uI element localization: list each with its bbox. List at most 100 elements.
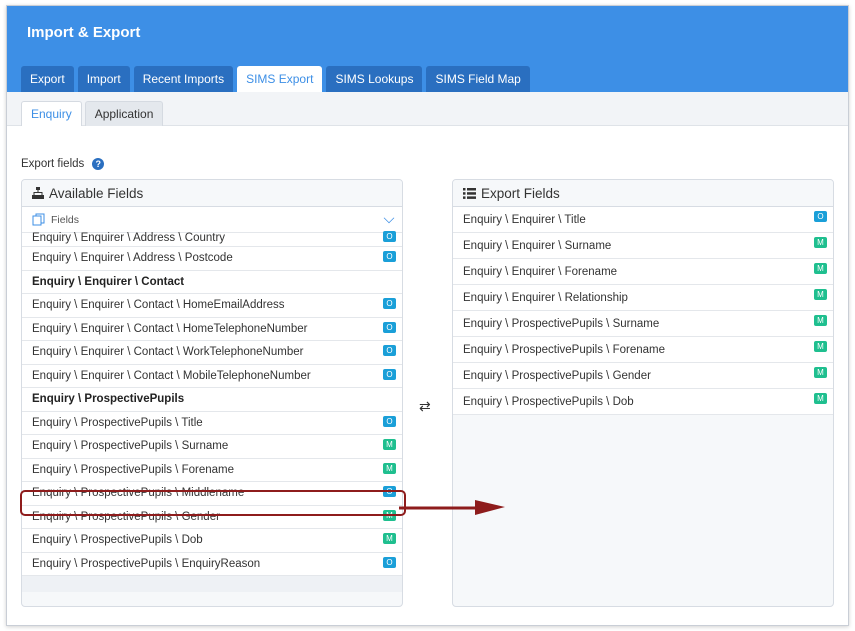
mandatory-badge: M (383, 509, 396, 521)
tab-export[interactable]: Export (21, 66, 74, 92)
field-row[interactable]: Enquiry \ ProspectivePupils \ Dob M (453, 389, 833, 415)
optional-badge: O (383, 345, 396, 356)
mandatory-badge: M (814, 237, 827, 248)
field-row[interactable]: Enquiry \ ProspectivePupils \ Title O (22, 411, 402, 435)
available-fields-list: Enquiry \ Enquirer \ Address \ Country O E… (22, 231, 402, 576)
field-row[interactable]: Enquiry \ ProspectivePupils \ Gender M (453, 363, 833, 389)
header-bar: Import & Export Export Import Recent Impor… (7, 6, 848, 92)
field-label: Enquiry \ ProspectivePupils \ Surname (463, 318, 660, 330)
mandatory-badge: M (814, 367, 827, 378)
field-label: Enquiry \ Enquirer \ Address \ Postcode (32, 252, 233, 264)
field-row[interactable]: Enquiry \ ProspectivePupils \ Gender M (22, 505, 402, 529)
tab-sims-export[interactable]: SIMS Export (237, 66, 323, 92)
field-label: Enquiry \ Enquirer \ Contact \ MobileTel… (32, 369, 311, 382)
mandatory-badge: M (383, 462, 396, 474)
optional-badge: O (383, 415, 396, 427)
tab-sims-field-map[interactable]: SIMS Field Map (426, 66, 530, 92)
fields-dropdown-label: Fields (51, 213, 80, 226)
optional-badge: O (383, 556, 396, 568)
list-scroll-area[interactable] (22, 576, 402, 592)
field-label: Enquiry \ ProspectivePupils \ Dob (32, 534, 203, 546)
import-export-window: Import & Export Export Import Recent Impor… (6, 5, 849, 626)
optional-badge: O (383, 231, 396, 242)
field-group-header: Enquiry \ Enquirer \ Contact (22, 270, 402, 294)
field-row[interactable]: Enquiry \ Enquirer \ Contact \ WorkTelep… (22, 341, 402, 365)
field-row[interactable]: Enquiry \ Enquirer \ Surname M (453, 233, 833, 259)
drag-arrow-annotation (399, 500, 505, 515)
field-row[interactable]: Enquiry \ ProspectivePupils \ Middlename… (22, 482, 402, 506)
field-label: Enquiry \ ProspectivePupils \ Gender (32, 510, 220, 523)
field-label: Enquiry \ Enquirer \ Surname (463, 240, 612, 252)
field-label: Enquiry \ Enquirer \ Contact (32, 275, 185, 288)
field-label: Enquiry \ ProspectivePupils \ Forename (463, 344, 665, 356)
field-row[interactable]: Enquiry \ ProspectivePupils \ Forename M (453, 337, 833, 363)
field-row[interactable]: Enquiry \ Enquirer \ Contact \ HomeEmail… (22, 294, 402, 318)
optional-badge: O (383, 486, 396, 497)
field-row[interactable]: Enquiry \ Enquirer \ Contact \ HomeTelep… (22, 317, 402, 341)
field-row[interactable]: Enquiry \ Enquirer \ Relationship M (453, 285, 833, 311)
field-label: Enquiry \ ProspectivePupils \ EnquiryRea… (32, 557, 261, 570)
optional-badge: O (814, 211, 827, 222)
field-group-header: Enquiry \ ProspectivePupils (22, 388, 402, 412)
mandatory-badge: M (814, 393, 827, 404)
field-label: Enquiry \ ProspectivePupils \ Middlename (32, 487, 245, 499)
export-fields-title: Export Fields (481, 185, 560, 201)
field-label: Enquiry \ ProspectivePupils \ Title (32, 416, 203, 429)
field-row[interactable]: Enquiry \ ProspectivePupils \ EnquiryRea… (22, 552, 402, 576)
export-fields-header: Export Fields (453, 180, 833, 207)
subtab-application[interactable]: Application (84, 101, 164, 126)
field-label: Enquiry \ Enquirer \ Contact \ HomeEmail… (32, 299, 285, 311)
tab-import[interactable]: Import (77, 66, 130, 92)
help-icon[interactable]: ? (92, 158, 105, 170)
field-label: Enquiry \ Enquirer \ Forename (463, 266, 618, 278)
field-row[interactable]: Enquiry \ Enquirer \ Address \ Country O (22, 231, 402, 247)
main-tabs: Export Import Recent Imports SIMS Export SIM… (21, 66, 530, 92)
optional-badge: O (383, 298, 396, 309)
optional-badge: O (383, 251, 396, 262)
field-label: Enquiry \ ProspectivePupils \ Dob (463, 396, 634, 408)
optional-badge: O (383, 321, 396, 333)
field-label: Enquiry \ Enquirer \ Contact \ WorkTelep… (32, 346, 304, 358)
field-row[interactable]: Enquiry \ Enquirer \ Contact \ MobileTel… (22, 364, 402, 388)
field-label: Enquiry \ ProspectivePupils \ Gender (463, 370, 651, 382)
field-label: Enquiry \ Enquirer \ Title (463, 214, 586, 226)
available-fields-panel: Available Fields Fields Enquiry \ Enquir… (21, 179, 403, 607)
copy-icon (32, 213, 45, 226)
field-row[interactable]: Enquiry \ Enquirer \ Address \ Postcode O (22, 247, 402, 271)
field-label: Enquiry \ ProspectivePupils \ Surname (32, 440, 229, 452)
export-fields-text: Export fields (21, 158, 85, 170)
tab-sims-lookups[interactable]: SIMS Lookups (326, 66, 423, 92)
mandatory-badge: M (383, 533, 396, 544)
field-row[interactable]: Enquiry \ ProspectivePupils \ Forename M (22, 458, 402, 482)
swap-arrows-icon[interactable]: ⇄ (419, 398, 431, 415)
mandatory-badge: M (814, 263, 827, 274)
field-row[interactable]: Enquiry \ Enquirer \ Forename M (453, 259, 833, 285)
field-label: Enquiry \ ProspectivePupils (32, 393, 185, 405)
optional-badge: O (383, 368, 396, 380)
field-row[interactable]: Enquiry \ ProspectivePupils \ Dob M (22, 529, 402, 553)
tab-recent-imports[interactable]: Recent Imports (133, 66, 234, 92)
available-fields-title: Available Fields (49, 185, 144, 201)
field-row[interactable]: Enquiry \ Enquirer \ Title O (453, 207, 833, 233)
subtab-enquiry[interactable]: Enquiry (21, 101, 82, 126)
chevron-down-icon[interactable] (383, 212, 395, 224)
field-label: Enquiry \ Enquirer \ Relationship (463, 292, 628, 304)
mandatory-badge: M (814, 289, 827, 300)
mandatory-badge: M (814, 341, 827, 352)
mandatory-badge: M (814, 315, 827, 326)
page-title: Import & Export (27, 24, 141, 41)
sub-tab-bar: Enquiry Application (7, 92, 848, 126)
fields-dropdown[interactable]: Fields (22, 207, 402, 233)
field-label: Enquiry \ ProspectivePupils \ Forename (32, 463, 234, 476)
sub-tabs: Enquiry Application (21, 101, 164, 126)
export-fields-panel: Export Fields Enquiry \ Enquirer \ Title… (452, 179, 834, 607)
available-fields-header: Available Fields (22, 180, 402, 207)
list-icon (463, 187, 476, 199)
field-row[interactable]: Enquiry \ ProspectivePupils \ Surname M (453, 311, 833, 337)
export-fields-label: Export fields ? (21, 158, 105, 170)
field-label: Enquiry \ Enquirer \ Address \ Country (32, 232, 226, 244)
field-row[interactable]: Enquiry \ ProspectivePupils \ Surname M (22, 435, 402, 459)
field-label: Enquiry \ Enquirer \ Contact \ HomeTelep… (32, 322, 308, 335)
sitemap-icon (32, 187, 44, 199)
mandatory-badge: M (383, 439, 396, 450)
